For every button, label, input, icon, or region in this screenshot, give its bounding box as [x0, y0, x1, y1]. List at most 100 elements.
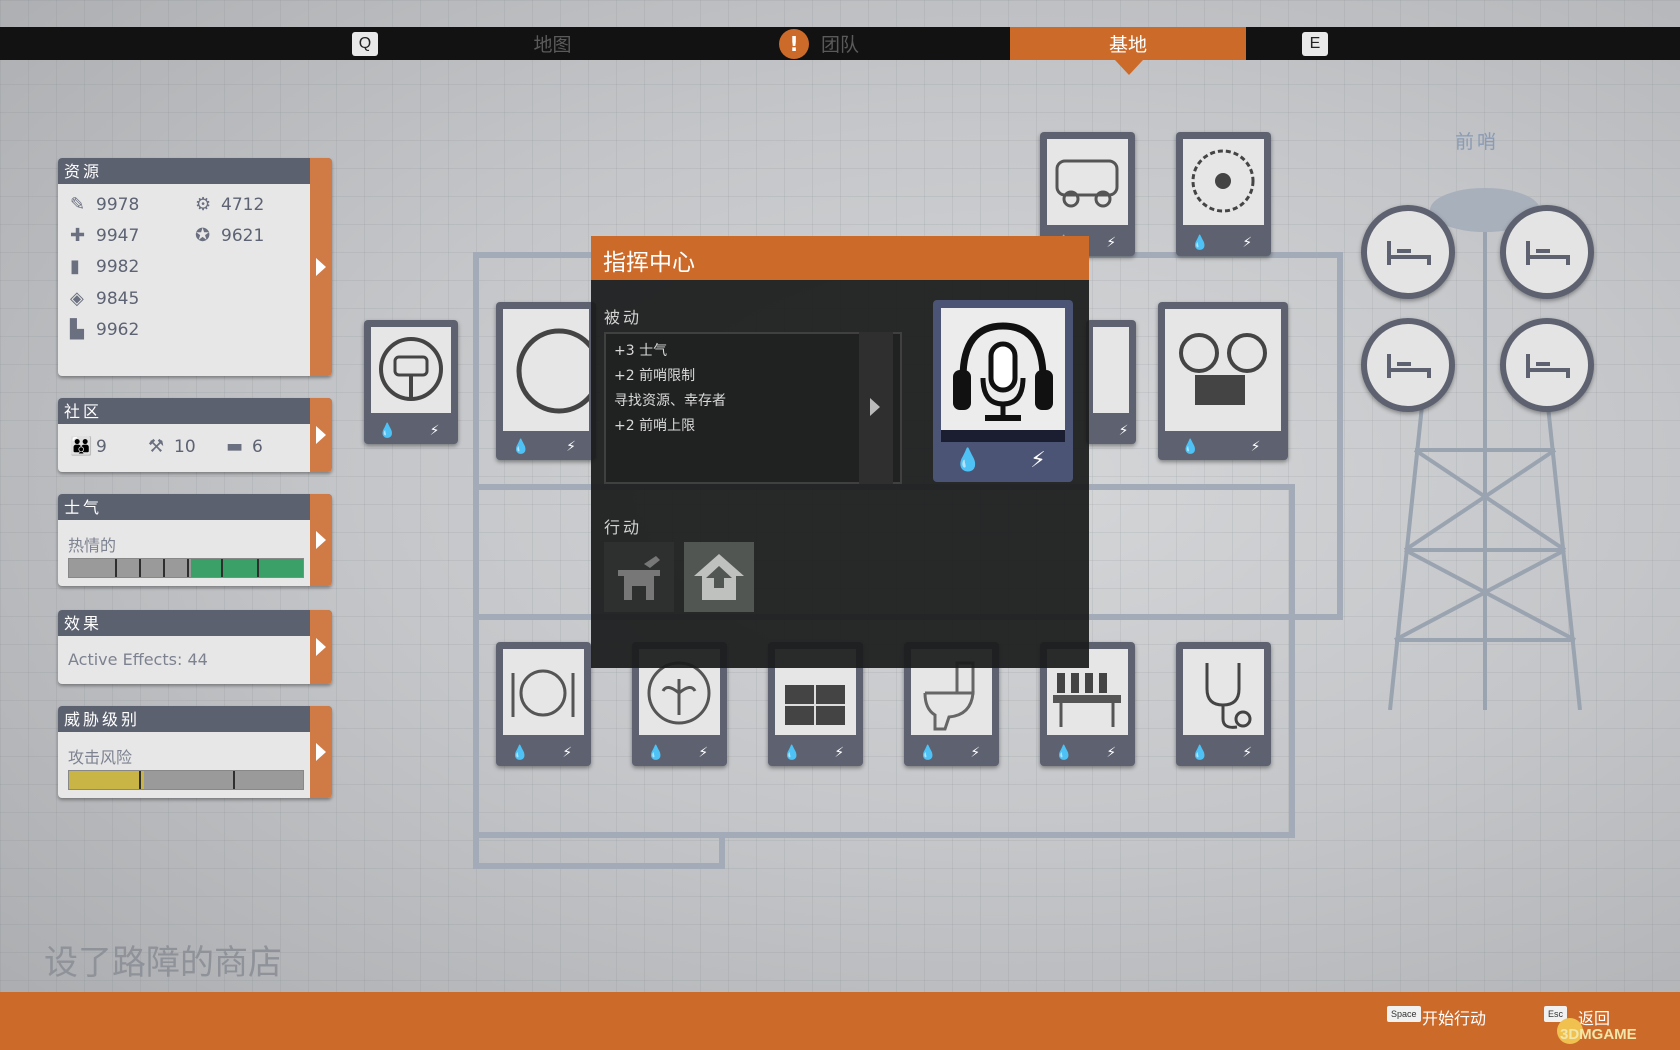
headset-microphone-icon [941, 308, 1065, 430]
water-icon: 💧 [511, 745, 529, 761]
outpost-bed-slot-1[interactable] [1361, 205, 1455, 299]
threat-bar [68, 770, 304, 790]
tab-base[interactable]: 基地 [1010, 27, 1246, 60]
power-icon: ⚡ [562, 745, 573, 761]
workers-count: ⚒ 10 [148, 436, 196, 457]
attack-risk-label: 攻击风险 [68, 748, 133, 767]
beds-count: ▬ 6 [226, 436, 263, 457]
water-icon: 💧 [1181, 439, 1200, 455]
influence-value: 9621 [221, 226, 265, 246]
power-icon: ⚡ [834, 745, 845, 761]
medical-cross-icon: ✚ [70, 225, 86, 246]
passive-next-button[interactable] [859, 332, 893, 484]
van-icon [1047, 139, 1128, 225]
worker-icon: ⚒ [148, 436, 165, 457]
morale-status: 热情的 [68, 536, 117, 555]
survivors-count: 👪 9 [70, 436, 107, 457]
outpost-bed-slot-3[interactable] [1361, 318, 1455, 412]
card-footer: 💧⚡ [1176, 742, 1271, 766]
community-header: 社区 [58, 398, 332, 424]
card-footer: 💧⚡ [496, 436, 596, 460]
power-icon: ⚡ [1242, 745, 1253, 761]
passive-line: +3 士气 [614, 343, 668, 359]
bed-icon [1526, 354, 1570, 378]
morale-bar [68, 558, 304, 578]
influence-resource: ✪ 9621 [195, 225, 264, 246]
active-effects-text: Active Effects: 44 [68, 650, 208, 669]
passive-line: +2 前哨限制 [614, 368, 696, 384]
barricade-card[interactable]: 💧 ⚡ [496, 302, 602, 460]
morale-panel: 士气 热情的 [58, 494, 332, 586]
fuel-can-icon: ▙ [70, 319, 84, 340]
prev-tab-key[interactable]: Q [352, 32, 378, 56]
tab-team[interactable]: 团队 [800, 27, 880, 60]
morale-header: 士气 [58, 494, 332, 520]
resources-panel: 资源 ✎ 9978 ✚ 9947 ▮ 9982 ◈ 9845 ▙ 9962 ⚙ 4712 ✪… [58, 158, 332, 376]
card-strip [941, 430, 1065, 442]
outpost-bed-slot-4[interactable] [1500, 318, 1594, 412]
infirmary-card[interactable]: 💧 ⚡ [1176, 642, 1271, 766]
power-icon: ⚡ [566, 439, 576, 455]
power-icon: ⚡ [698, 745, 709, 761]
parts-resource: ⚙ 4712 [195, 194, 264, 215]
effects-panel: 效果 Active Effects: 44 [58, 610, 332, 684]
water-icon: 💧 [378, 423, 397, 439]
outpost-label: 前哨 [1455, 131, 1500, 153]
armory-card[interactable]: ⚡ [1086, 320, 1136, 444]
power-icon: ⚡ [1106, 235, 1117, 251]
garage-card[interactable]: 💧 ⚡ [364, 320, 458, 444]
community-panel: 社区 👪 9 ⚒ 10 ▬ 6 [58, 398, 332, 472]
action-outpost-button[interactable] [684, 542, 754, 612]
cinema-card[interactable]: 💧 ⚡ [1158, 302, 1288, 460]
bed-icon [1387, 354, 1431, 378]
command-center-card[interactable]: 💧 ⚡ [933, 300, 1073, 482]
water-icon: 💧 [919, 745, 937, 761]
armory-icon [1093, 327, 1129, 413]
start-action-button[interactable]: 开始行动 [1422, 1005, 1486, 1029]
ammo-value: 9982 [96, 257, 140, 277]
influence-star-icon: ✪ [195, 225, 211, 246]
house-upgrade-icon [694, 554, 744, 600]
passive-line: 寻找资源、幸存者 [614, 393, 726, 409]
next-tab-key[interactable]: E [1302, 32, 1328, 56]
tab-map[interactable]: 地图 [480, 27, 625, 60]
resources-expand-button[interactable] [310, 158, 332, 376]
water-icon: 💧 [1055, 745, 1073, 761]
blueprint-outline-annex [473, 835, 725, 869]
morale-bar-fill [190, 559, 303, 577]
parts-icon: ⚙ [195, 194, 212, 215]
fuel-resource: ▙ 9962 [70, 319, 139, 340]
bed-icon [1526, 241, 1570, 265]
sawmill-card[interactable]: 💧 ⚡ [1176, 132, 1271, 256]
power-icon: ⚡ [429, 423, 440, 439]
passive-section-label: 被动 [604, 308, 643, 327]
power-icon: ⚡ [1242, 235, 1253, 251]
stethoscope-icon [1183, 649, 1264, 735]
watchtower-action-icon [618, 556, 660, 600]
card-footer: 💧⚡ [768, 742, 863, 766]
effects-expand-button[interactable] [310, 610, 332, 684]
active-tab-pointer [1115, 60, 1143, 75]
kitchen-card[interactable]: 💧 ⚡ [496, 642, 591, 766]
card-footer: 💧⚡ [1158, 436, 1288, 460]
top-nav-bar: Q 地图 团队 基地 E [0, 27, 1680, 60]
passive-line: +2 前哨上限 [614, 418, 696, 434]
bed-icon [1387, 241, 1431, 265]
effects-header: 效果 [58, 610, 332, 636]
medicine-resource: ✚ 9947 [70, 225, 139, 246]
water-icon: 💧 [783, 745, 801, 761]
food-icon: ✎ [70, 194, 86, 215]
card-footer: 💧⚡ [1040, 742, 1135, 766]
community-expand-button[interactable] [310, 398, 332, 472]
action-recruit-button[interactable] [604, 542, 674, 612]
morale-expand-button[interactable] [310, 494, 332, 586]
water-icon: 💧 [1191, 745, 1209, 761]
materials-icon: ◈ [70, 288, 84, 309]
food-value: 9978 [96, 195, 140, 215]
materials-value: 9845 [96, 289, 140, 309]
outpost-bed-slot-2[interactable] [1500, 205, 1594, 299]
medicine-value: 9947 [96, 226, 140, 246]
actions-section-label: 行动 [604, 518, 643, 537]
threat-expand-button[interactable] [310, 706, 332, 798]
materials-resource: ◈ 9845 [70, 288, 139, 309]
